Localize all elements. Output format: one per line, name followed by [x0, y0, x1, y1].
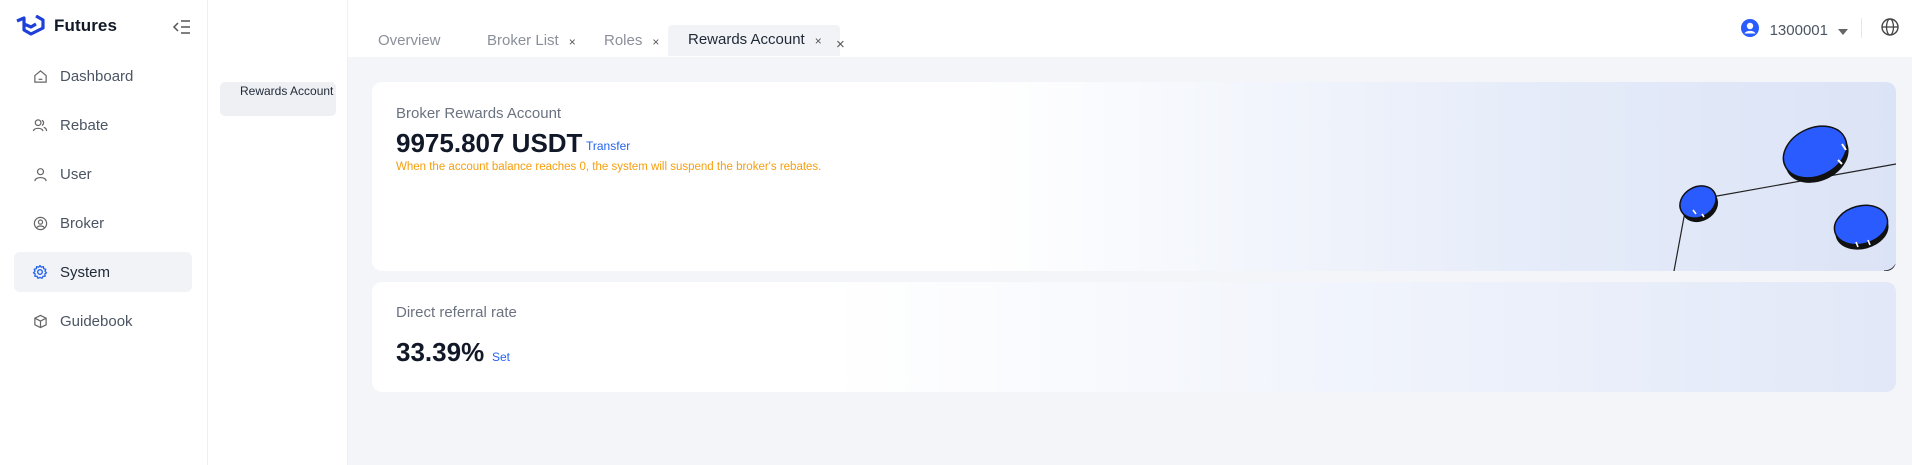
chevron-down-icon: [1838, 22, 1848, 39]
user-circle-icon: [32, 215, 48, 231]
avatar-icon: [1740, 18, 1760, 42]
tab-bar: Overview Broker List × Roles × Rewards A…: [348, 0, 1912, 57]
sidebar-item-user[interactable]: User: [14, 154, 192, 194]
tab-roles[interactable]: Roles ×: [604, 32, 659, 63]
sidebar-item-dashboard[interactable]: Dashboard: [14, 56, 192, 96]
close-icon[interactable]: ×: [652, 35, 659, 49]
sidebar-item-guidebook[interactable]: Guidebook: [14, 301, 192, 341]
coin-icon: [1679, 185, 1719, 223]
submenu-item-label: Rewards Account: [240, 84, 334, 98]
coin-icon: [1833, 204, 1889, 250]
futures-logo-icon: [14, 15, 46, 37]
header-divider: [1861, 18, 1862, 38]
collapse-sidebar-icon[interactable]: [171, 18, 191, 36]
globe-icon[interactable]: [1880, 17, 1900, 42]
tab-label: Rewards Account: [688, 31, 805, 48]
sidebar-item-rebate[interactable]: Rebate: [14, 105, 192, 145]
card-title: Broker Rewards Account: [396, 105, 562, 122]
sidebar-item-label: Guidebook: [60, 312, 133, 330]
close-all-tabs-icon[interactable]: ×: [836, 36, 845, 53]
submenu-item-rewards-account[interactable]: Rewards Account: [220, 82, 336, 116]
sidebar-item-label: Broker: [60, 214, 105, 232]
balance-warning: When the account balance reaches 0, the …: [396, 161, 822, 173]
brand[interactable]: Futures: [14, 14, 117, 38]
tab-broker-list[interactable]: Broker List ×: [487, 32, 576, 63]
secondary-menu: Rewards Account: [208, 0, 348, 465]
referral-rate-card: Direct referral rate 33.39% Set: [372, 282, 1896, 392]
sidebar-item-label: System: [60, 263, 111, 281]
sidebar: Futures Dashboard Rebate User Broker Sys…: [0, 0, 208, 465]
sidebar-item-label: Rebate: [60, 116, 109, 134]
cube-icon: [32, 313, 48, 329]
user-menu[interactable]: 1300001: [1740, 18, 1848, 42]
user-icon: [32, 166, 48, 182]
transfer-link[interactable]: Transfer: [586, 139, 630, 153]
set-rate-link[interactable]: Set: [492, 350, 510, 364]
users-icon: [32, 117, 48, 133]
coins-illustration: [1673, 125, 1896, 271]
sidebar-item-label: Dashboard: [60, 67, 134, 85]
tab-overview[interactable]: Overview: [378, 32, 441, 63]
tab-label: Broker List: [487, 32, 559, 49]
card-title: Direct referral rate: [396, 304, 517, 321]
home-icon: [32, 68, 48, 84]
sidebar-item-broker[interactable]: Broker: [14, 203, 192, 243]
balance-value: 9975.807 USDT: [396, 128, 583, 158]
sidebar-nav: Dashboard Rebate User Broker System Guid…: [14, 56, 192, 350]
close-icon[interactable]: ×: [569, 35, 576, 49]
tab-label: Roles: [604, 32, 643, 49]
sidebar-item-system[interactable]: System: [14, 252, 192, 292]
rewards-account-card: Broker Rewards Account 9975.807 USDT Tra…: [372, 82, 1896, 271]
tab-label: Overview: [378, 32, 441, 49]
coin-icon: [1782, 125, 1849, 183]
tab-rewards-account[interactable]: Rewards Account ×: [668, 25, 840, 56]
sidebar-item-label: User: [60, 165, 92, 183]
app-name: Futures: [54, 16, 118, 35]
close-icon[interactable]: ×: [815, 34, 822, 48]
user-id: 1300001: [1769, 21, 1828, 39]
gear-icon: [32, 264, 48, 280]
referral-rate-value: 33.39%: [396, 337, 485, 367]
